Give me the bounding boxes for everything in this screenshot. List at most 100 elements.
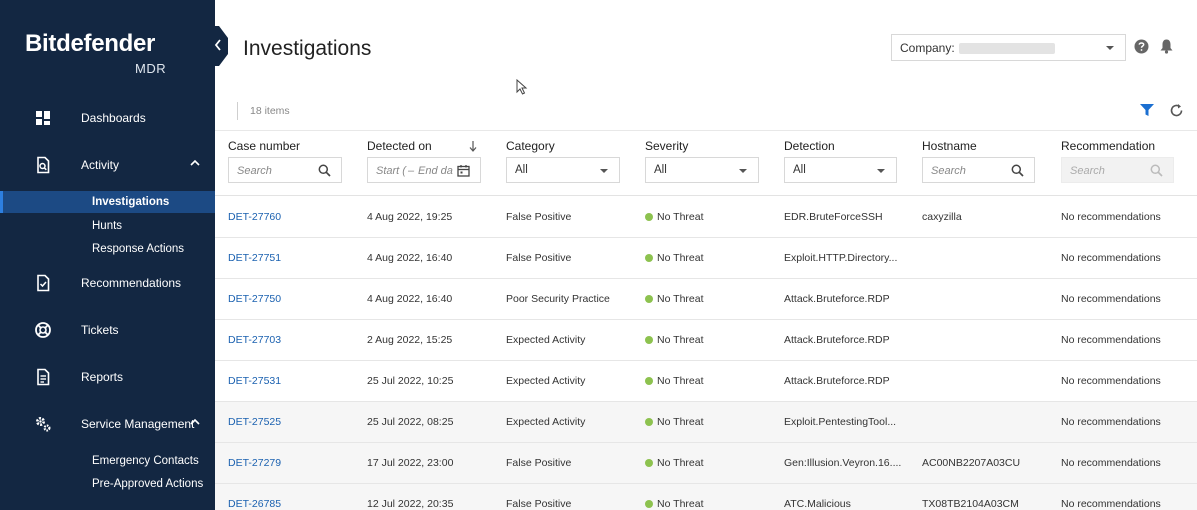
- severity-cell: No Threat: [645, 211, 704, 223]
- table-row[interactable]: DET-27750 4 Aug 2022, 16:40 Poor Securit…: [215, 279, 1197, 320]
- sidebar-subitem-hunts[interactable]: Hunts: [0, 215, 215, 237]
- mouse-cursor-icon: [516, 79, 528, 95]
- company-select-label: Company:: [900, 41, 955, 55]
- table-row[interactable]: DET-26785 12 Jul 2022, 20:35 False Posit…: [215, 484, 1197, 510]
- column-header-severity[interactable]: Severity: [645, 139, 688, 153]
- case-number-link[interactable]: DET-26785: [228, 498, 281, 510]
- table-row[interactable]: DET-27279 17 Jul 2022, 23:00 False Posit…: [215, 443, 1197, 484]
- date-range-separator: –: [408, 165, 415, 177]
- hostname-cell: AC00NB2207A03CU: [922, 457, 1021, 469]
- sort-descending-icon[interactable]: [468, 140, 478, 152]
- hostname-search-input[interactable]: Search: [922, 157, 1035, 183]
- severity-cell: No Threat: [645, 416, 704, 428]
- category-cell: Poor Security Practice: [506, 293, 610, 305]
- sidebar-item-dashboards[interactable]: Dashboards: [0, 103, 215, 133]
- search-icon: [1150, 164, 1163, 177]
- status-dot-icon: [645, 500, 653, 508]
- table-row[interactable]: DET-27760 4 Aug 2022, 19:25 False Positi…: [215, 197, 1197, 238]
- chevron-up-icon[interactable]: [189, 418, 201, 426]
- severity-cell: No Threat: [645, 293, 704, 305]
- recommendation-cell: No recommendations: [1061, 375, 1161, 387]
- refresh-icon[interactable]: [1169, 103, 1184, 118]
- detected-on-cell: 12 Jul 2022, 20:35: [367, 498, 454, 510]
- lifebuoy-icon: [35, 322, 51, 338]
- detected-on-cell: 4 Aug 2022, 16:40: [367, 252, 453, 264]
- page-title: Investigations: [243, 37, 372, 60]
- sidebar-item-label: Recommendations: [81, 276, 182, 290]
- sidebar-item-service-management[interactable]: Service Management: [0, 409, 215, 439]
- case-number-link[interactable]: DET-27750: [228, 293, 281, 305]
- table-row[interactable]: DET-27703 2 Aug 2022, 15:25 Expected Act…: [215, 320, 1197, 361]
- company-name-redacted: [959, 43, 1055, 54]
- column-header-recommendation[interactable]: Recommendation: [1061, 139, 1155, 153]
- recommendation-cell: No recommendations: [1061, 498, 1161, 510]
- case-number-link[interactable]: DET-27279: [228, 457, 281, 469]
- case-number-link[interactable]: DET-27751: [228, 252, 281, 264]
- category-cell: False Positive: [506, 498, 572, 510]
- column-header-detection[interactable]: Detection: [784, 139, 835, 153]
- detection-cell: EDR.BruteForceSSH: [784, 211, 883, 223]
- calendar-icon[interactable]: [457, 164, 470, 177]
- sidebar-item-label: Service Management: [81, 417, 195, 431]
- column-header-case-number[interactable]: Case number: [228, 139, 300, 153]
- chevron-up-icon[interactable]: [189, 159, 201, 167]
- column-header-detected-on[interactable]: Detected on: [367, 139, 432, 153]
- detection-select[interactable]: All: [784, 157, 897, 183]
- category-select[interactable]: All: [506, 157, 620, 183]
- detection-cell: Attack.Bruteforce.RDP: [784, 293, 890, 305]
- status-dot-icon: [645, 336, 653, 344]
- status-dot-icon: [645, 254, 653, 262]
- date-range-input[interactable]: Start ( – End da: [367, 157, 481, 183]
- help-icon[interactable]: [1134, 39, 1149, 54]
- sidebar-item-recommendations[interactable]: Recommendations: [0, 268, 215, 298]
- case-number-link[interactable]: DET-27703: [228, 334, 281, 346]
- sidebar-item-tickets[interactable]: Tickets: [0, 315, 215, 345]
- caret-down-icon: [1106, 46, 1114, 50]
- sidebar-item-activity[interactable]: Activity: [0, 150, 215, 180]
- column-header-hostname[interactable]: Hostname: [922, 139, 977, 153]
- date-start-placeholder: Start (: [376, 165, 406, 177]
- case-number-link[interactable]: DET-27531: [228, 375, 281, 387]
- recommendation-search-input: Search: [1061, 157, 1174, 183]
- sidebar-item-label: Activity: [81, 158, 120, 172]
- category-cell: False Positive: [506, 457, 572, 469]
- detection-cell: Attack.Bruteforce.RDP: [784, 334, 890, 346]
- detected-on-cell: 25 Jul 2022, 08:25: [367, 416, 454, 428]
- detected-on-cell: 2 Aug 2022, 15:25: [367, 334, 453, 346]
- filter-icon[interactable]: [1139, 102, 1155, 118]
- status-dot-icon: [645, 213, 653, 221]
- sidebar-subitem-emergency-contacts[interactable]: Emergency Contacts: [0, 450, 215, 472]
- severity-select[interactable]: All: [645, 157, 759, 183]
- status-dot-icon: [645, 295, 653, 303]
- sidebar-item-label: Dashboards: [81, 111, 146, 125]
- category-cell: Expected Activity: [506, 416, 586, 428]
- detection-cell: Attack.Bruteforce.RDP: [784, 375, 890, 387]
- items-count: 18 items: [250, 105, 290, 117]
- table-row[interactable]: DET-27531 25 Jul 2022, 10:25 Expected Ac…: [215, 361, 1197, 402]
- severity-cell: No Threat: [645, 457, 704, 469]
- case-number-search-input[interactable]: Search: [228, 157, 342, 183]
- sidebar-subitem-response-actions[interactable]: Response Actions: [0, 238, 215, 260]
- recommendation-doc-icon: [37, 274, 50, 292]
- table-row[interactable]: DET-27525 25 Jul 2022, 08:25 Expected Ac…: [215, 402, 1197, 443]
- sidebar-item-reports[interactable]: Reports: [0, 362, 215, 392]
- caret-down-icon: [600, 169, 608, 173]
- sidebar-subitem-investigations[interactable]: Investigations: [0, 191, 215, 213]
- sidebar: Bitdefender MDR Dashboards Activity Inve…: [0, 0, 215, 510]
- recommendation-cell: No recommendations: [1061, 293, 1161, 305]
- table-row[interactable]: DET-27751 4 Aug 2022, 16:40 False Positi…: [215, 238, 1197, 279]
- status-dot-icon: [645, 418, 653, 426]
- brand-subtitle: MDR: [135, 61, 167, 76]
- column-header-category[interactable]: Category: [506, 139, 555, 153]
- category-cell: False Positive: [506, 252, 572, 264]
- case-number-link[interactable]: DET-27525: [228, 416, 281, 428]
- case-number-link[interactable]: DET-27760: [228, 211, 281, 223]
- caret-down-icon: [739, 169, 747, 173]
- company-select[interactable]: Company:: [891, 34, 1126, 61]
- bell-icon[interactable]: [1159, 38, 1174, 54]
- sidebar-subitem-pre-approved-actions[interactable]: Pre-Approved Actions: [0, 473, 215, 495]
- search-icon: [1011, 164, 1024, 177]
- status-dot-icon: [645, 377, 653, 385]
- search-icon: [318, 164, 331, 177]
- hostname-cell: TX08TB2104A03CM: [922, 498, 1019, 510]
